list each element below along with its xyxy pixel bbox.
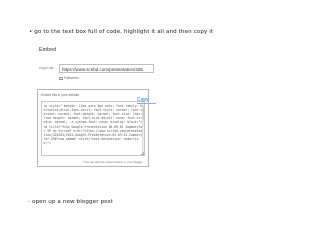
embed-label: Embed this in your website (41, 93, 80, 97)
resize-grip-icon[interactable] (140, 151, 144, 155)
fullscreen-label: Fullscreen (64, 76, 79, 80)
instruction-step-2: - open up a new blogger post (28, 199, 113, 205)
copy-link-underline (137, 103, 156, 104)
embed-code-text: <p style=" margin: 12px auto 6px auto; f… (43, 103, 143, 146)
embed-section: Embed this in your website <p style=" ma… (37, 89, 149, 167)
textarea-scrollbar[interactable] (141, 102, 144, 155)
embed-dialog-screenshot: Embed Copy Link https://www.scribd.com/p… (32, 39, 156, 176)
embed-footnote: *You can skip the embed feature in your … (83, 160, 143, 164)
link-url-field[interactable]: https://www.scribd.com/presentation/325 (59, 64, 154, 73)
scrollbar-thumb[interactable] (143, 106, 144, 120)
instruction-step-1: • go to the text box full of code, highl… (29, 29, 214, 35)
copy-link-row: Copy Link https://www.scribd.com/present… (39, 64, 154, 73)
embed-title: Embed (39, 47, 57, 53)
copy-link-label: Copy Link (39, 66, 54, 70)
embed-code-textarea[interactable]: <p style=" margin: 12px auto 6px auto; f… (41, 101, 145, 156)
fullscreen-checkbox[interactable] (59, 76, 63, 81)
